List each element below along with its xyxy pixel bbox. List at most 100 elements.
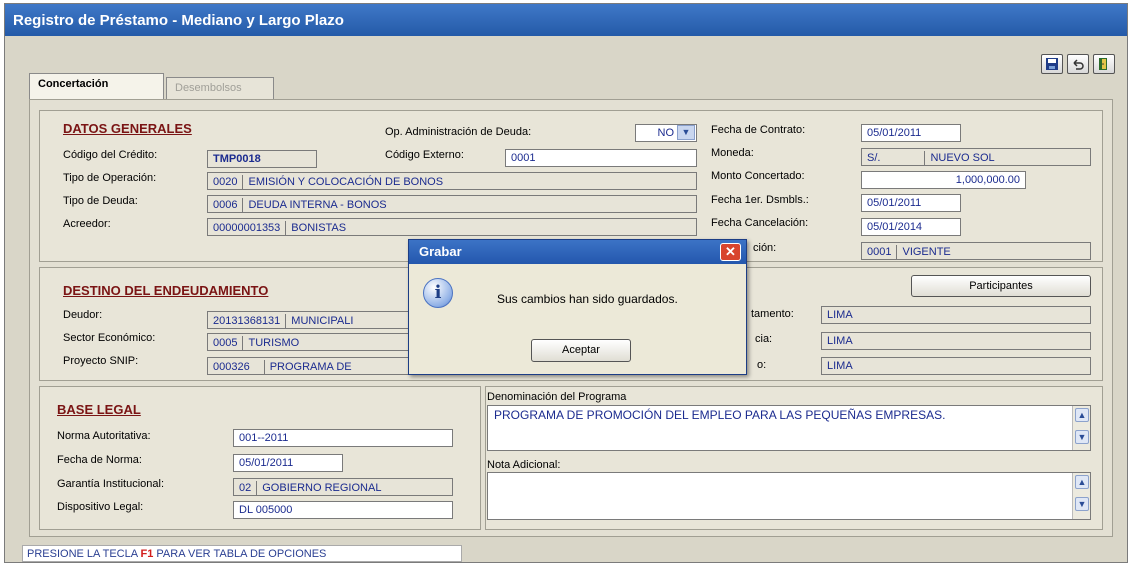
status-suffix: PARA VER TABLA DE OPCIONES <box>153 548 327 560</box>
status-key: F1 <box>140 548 154 560</box>
exit-button[interactable] <box>1093 54 1115 74</box>
tipo-operacion-code: 0020 <box>213 175 238 188</box>
undo-icon <box>1073 59 1084 70</box>
acreedor-label: Acreedor: <box>63 218 111 230</box>
provincia-field[interactable]: LIMA <box>821 332 1091 350</box>
dialog-title: Grabar <box>419 244 462 259</box>
monto-concertado-field[interactable]: 1,000,000.00 <box>861 171 1026 189</box>
fecha-cancelacion-label: Fecha Cancelación: <box>711 217 809 229</box>
proyecto-desc: PROGRAMA DE <box>269 360 352 373</box>
destino-heading: DESTINO DEL ENDEUDAMIENTO <box>63 283 269 298</box>
save-button[interactable] <box>1041 54 1063 74</box>
op-admin-label: Op. Administración de Deuda: <box>385 126 532 138</box>
denominacion-textarea[interactable]: PROGRAMA DE PROMOCIÓN DEL EMPLEO PARA LA… <box>487 405 1091 451</box>
deudor-label: Deudor: <box>63 309 103 321</box>
deudor-desc: MUNICIPALI <box>291 314 354 327</box>
datos-generales-heading: DATOS GENERALES <box>63 121 192 136</box>
deudor-field[interactable]: 20131368131 MUNICIPALI <box>207 311 417 329</box>
tipo-operacion-field[interactable]: 0020 EMISIÓN Y COLOCACIÓN DE BONOS <box>207 172 697 190</box>
situacion-code: 0001 <box>867 245 892 258</box>
fecha-cancelacion-field[interactable]: 05/01/2014 <box>861 218 961 236</box>
proyecto-code: 000326 <box>213 360 250 373</box>
denominacion-scrollbar[interactable]: ▲ ▼ <box>1072 406 1090 450</box>
scroll-down-icon[interactable]: ▼ <box>1075 497 1089 511</box>
fecha-norma-field[interactable]: 05/01/2011 <box>233 454 343 472</box>
floppy-disk-icon <box>1046 58 1058 70</box>
title-bar: Registro de Préstamo - Mediano y Largo P… <box>5 4 1127 36</box>
chevron-down-icon[interactable]: ▼ <box>677 125 695 140</box>
garantia-desc: GOBIERNO REGIONAL <box>262 481 382 494</box>
fecha-contrato-label: Fecha de Contrato: <box>711 124 806 136</box>
deudor-code: 20131368131 <box>213 314 281 327</box>
codigo-externo-field[interactable]: 0001 <box>505 149 697 167</box>
grabar-dialog: Grabar ✕ i Sus cambios han sido guardado… <box>408 239 747 375</box>
scroll-up-icon[interactable]: ▲ <box>1075 475 1089 489</box>
codigo-credito-field[interactable]: TMP0018 <box>207 150 317 168</box>
scroll-down-icon[interactable]: ▼ <box>1075 430 1089 444</box>
moneda-code: S/. <box>867 151 881 164</box>
acreedor-field[interactable]: 00000001353 BONISTAS <box>207 218 697 236</box>
tab-label: Concertación <box>38 78 109 90</box>
window-title: Registro de Préstamo - Mediano y Largo P… <box>13 12 344 29</box>
moneda-field[interactable]: S/. NUEVO SOL <box>861 148 1091 166</box>
tipo-operacion-label: Tipo de Operación: <box>63 172 157 184</box>
nota-scrollbar[interactable]: ▲ ▼ <box>1072 473 1090 519</box>
sector-desc: TURISMO <box>248 336 300 349</box>
sector-code: 0005 <box>213 336 238 349</box>
fecha-contrato-field[interactable]: 05/01/2011 <box>861 124 961 142</box>
tipo-deuda-field[interactable]: 0006 DEUDA INTERNA - BONOS <box>207 195 697 213</box>
tipo-deuda-desc: DEUDA INTERNA - BONOS <box>248 198 387 211</box>
sector-label: Sector Económico: <box>63 332 156 344</box>
sector-field[interactable]: 0005 TURISMO <box>207 333 417 351</box>
distrito-field[interactable]: LIMA <box>821 357 1091 375</box>
status-prefix: PRESIONE LA TECLA <box>27 548 141 560</box>
denominacion-text: PROGRAMA DE PROMOCIÓN DEL EMPLEO PARA LA… <box>494 408 946 422</box>
garantia-label: Garantía Institucional: <box>57 478 165 490</box>
monto-concertado-label: Monto Concertado: <box>711 170 805 182</box>
tipo-deuda-code: 0006 <box>213 198 238 211</box>
fecha-primer-desembolso-label: Fecha 1er. Dsmbls.: <box>711 194 809 206</box>
garantia-code: 02 <box>239 481 252 494</box>
acreedor-desc: BONISTAS <box>291 221 347 234</box>
situacion-field[interactable]: 0001 VIGENTE <box>861 242 1091 260</box>
denominacion-label: Denominación del Programa <box>487 391 627 403</box>
fecha-norma-label: Fecha de Norma: <box>57 454 142 466</box>
nota-label: Nota Adicional: <box>487 459 561 471</box>
situacion-label: ción: <box>753 242 777 254</box>
norma-label: Norma Autoritativa: <box>57 430 151 442</box>
norma-field[interactable]: 001--2011 <box>233 429 453 447</box>
acreedor-code: 00000001353 <box>213 221 281 234</box>
departamento-label: tamento: <box>751 308 794 320</box>
dispositivo-label: Dispositivo Legal: <box>57 501 144 513</box>
scroll-up-icon[interactable]: ▲ <box>1075 408 1089 422</box>
aceptar-button[interactable]: Aceptar <box>531 339 631 362</box>
participantes-button[interactable]: Participantes <box>911 275 1091 297</box>
undo-button[interactable] <box>1067 54 1089 74</box>
tipo-operacion-desc: EMISIÓN Y COLOCACIÓN DE BONOS <box>248 175 444 188</box>
departamento-field[interactable]: LIMA <box>821 306 1091 324</box>
proyecto-field[interactable]: 000326 PROGRAMA DE <box>207 357 417 375</box>
proyecto-label: Proyecto SNIP: <box>63 355 139 367</box>
dialog-message: Sus cambios han sido guardados. <box>497 292 678 306</box>
op-admin-value: NO <box>657 127 675 139</box>
status-bar: PRESIONE LA TECLA F1 PARA VER TABLA DE O… <box>22 545 462 562</box>
dialog-title-bar: Grabar ✕ <box>409 240 746 264</box>
dispositivo-field[interactable]: DL 005000 <box>233 501 453 519</box>
base-legal-heading: BASE LEGAL <box>57 402 141 417</box>
nota-textarea[interactable]: ▲ ▼ <box>487 472 1091 520</box>
tab-concertacion[interactable]: Concertación <box>29 73 164 100</box>
info-icon: i <box>423 278 453 308</box>
provincia-label: cia: <box>755 333 773 345</box>
tab-label: Desembolsos <box>175 82 242 94</box>
distrito-label: o: <box>757 359 767 371</box>
close-icon: ✕ <box>725 244 736 259</box>
tab-desembolsos[interactable]: Desembolsos <box>166 77 274 101</box>
exit-door-icon <box>1099 58 1107 70</box>
close-button[interactable]: ✕ <box>720 243 741 261</box>
fecha-primer-desembolso-field[interactable]: 05/01/2011 <box>861 194 961 212</box>
codigo-credito-label: Código del Crédito: <box>63 149 158 161</box>
tipo-deuda-label: Tipo de Deuda: <box>63 195 138 207</box>
garantia-field[interactable]: 02 GOBIERNO REGIONAL <box>233 478 453 496</box>
situacion-desc: VIGENTE <box>902 245 951 258</box>
codigo-externo-label: Código Externo: <box>385 149 464 161</box>
